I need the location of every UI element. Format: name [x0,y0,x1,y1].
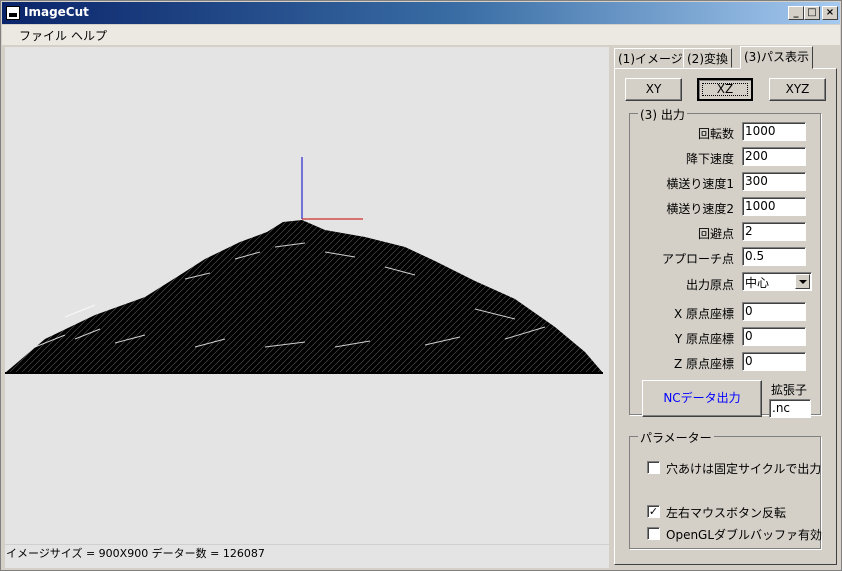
nc-output-button[interactable]: NCデータ出力 [642,380,762,417]
close-button[interactable]: × [822,6,838,20]
drill-fixed-cycle-label: 穴あけは固定サイクルで出力 [666,462,822,476]
menu-bar: ファイル ヘルプ [2,25,840,45]
status-bar: イメージサイズ = 900X900 データー数 = 126087 [5,544,609,568]
tab-convert[interactable]: (2)変換 [683,48,732,68]
output-origin-label: 出力原点 [685,278,734,292]
approach-point-field[interactable]: 0.5 [742,247,806,266]
avoid-point-field[interactable]: 2 [742,222,806,241]
status-text: イメージサイズ = 900X900 データー数 = 126087 [6,547,265,560]
3d-viewport[interactable] [5,47,609,544]
parameter-group-title: パラメーター [638,429,714,446]
y-origin-label: Y 原点座標 [674,332,734,346]
feed-speed2-field[interactable]: 1000 [742,197,806,216]
z-origin-label: Z 原点座標 [673,357,734,371]
path-display-panel: XY XZ XYZ (3) 出力 回転数 1000 降下速度 200 横送り速度… [614,68,837,565]
feed-speed2-label: 横送り速度2 [666,202,734,216]
opengl-double-buffer-label: OpenGLダブルバッファ有効 [666,528,823,542]
view-xz-button[interactable]: XZ [697,78,753,101]
tab-image[interactable]: (1)イメージ [614,48,687,68]
minimize-button[interactable]: _ [788,6,804,20]
output-group: (3) 出力 回転数 1000 降下速度 200 横送り速度1 300 横送り速… [629,106,821,418]
tab-path-display[interactable]: (3)パス表示 [740,46,813,69]
opengl-double-buffer-checkbox[interactable] [647,527,660,540]
chevron-down-icon[interactable] [795,274,810,289]
z-origin-field[interactable]: 0 [742,352,806,371]
view-xy-button[interactable]: XY [625,78,682,101]
menu-help[interactable]: ヘルプ [71,27,107,44]
app-icon [6,6,20,20]
focus-ring [702,83,748,96]
rpm-label: 回転数 [697,127,734,141]
avoid-point-label: 回避点 [697,227,734,241]
approach-point-label: アプローチ点 [661,252,734,266]
output-origin-select[interactable]: 中心 [742,272,812,291]
swap-mouse-buttons-checkbox[interactable]: ✓ [647,505,660,518]
window-title: ImageCut [24,5,89,19]
output-group-title: (3) 出力 [638,106,687,123]
x-origin-field[interactable]: 0 [742,302,806,321]
x-origin-label: X 原点座標 [673,307,734,321]
output-origin-value: 中心 [745,276,770,290]
feed-speed1-field[interactable]: 300 [742,172,806,191]
maximize-button[interactable]: □ [804,6,820,20]
app-window: ImageCut _ □ × ファイル ヘルプ イメージサイズ = 900X90… [0,0,842,571]
drill-fixed-cycle-checkbox[interactable] [647,461,660,474]
parameter-group: パラメーター 穴あけは固定サイクルで出力 ✓ 左右マウスボタン反転 OpenGL… [629,429,823,549]
descent-speed-field[interactable]: 200 [742,147,806,166]
title-bar[interactable]: ImageCut _ □ × [2,2,840,24]
rpm-field[interactable]: 1000 [742,122,806,141]
extension-field[interactable]: .nc [769,399,811,418]
descent-speed-label: 降下速度 [685,152,734,166]
feed-speed1-label: 横送り速度1 [666,177,734,191]
toolpath-render [5,157,603,374]
view-xyz-button[interactable]: XYZ [769,78,826,101]
menu-file[interactable]: ファイル [19,27,67,44]
y-origin-field[interactable]: 0 [742,327,806,346]
swap-mouse-buttons-label: 左右マウスボタン反転 [666,506,787,520]
extension-label: 拡張子 [771,383,808,397]
